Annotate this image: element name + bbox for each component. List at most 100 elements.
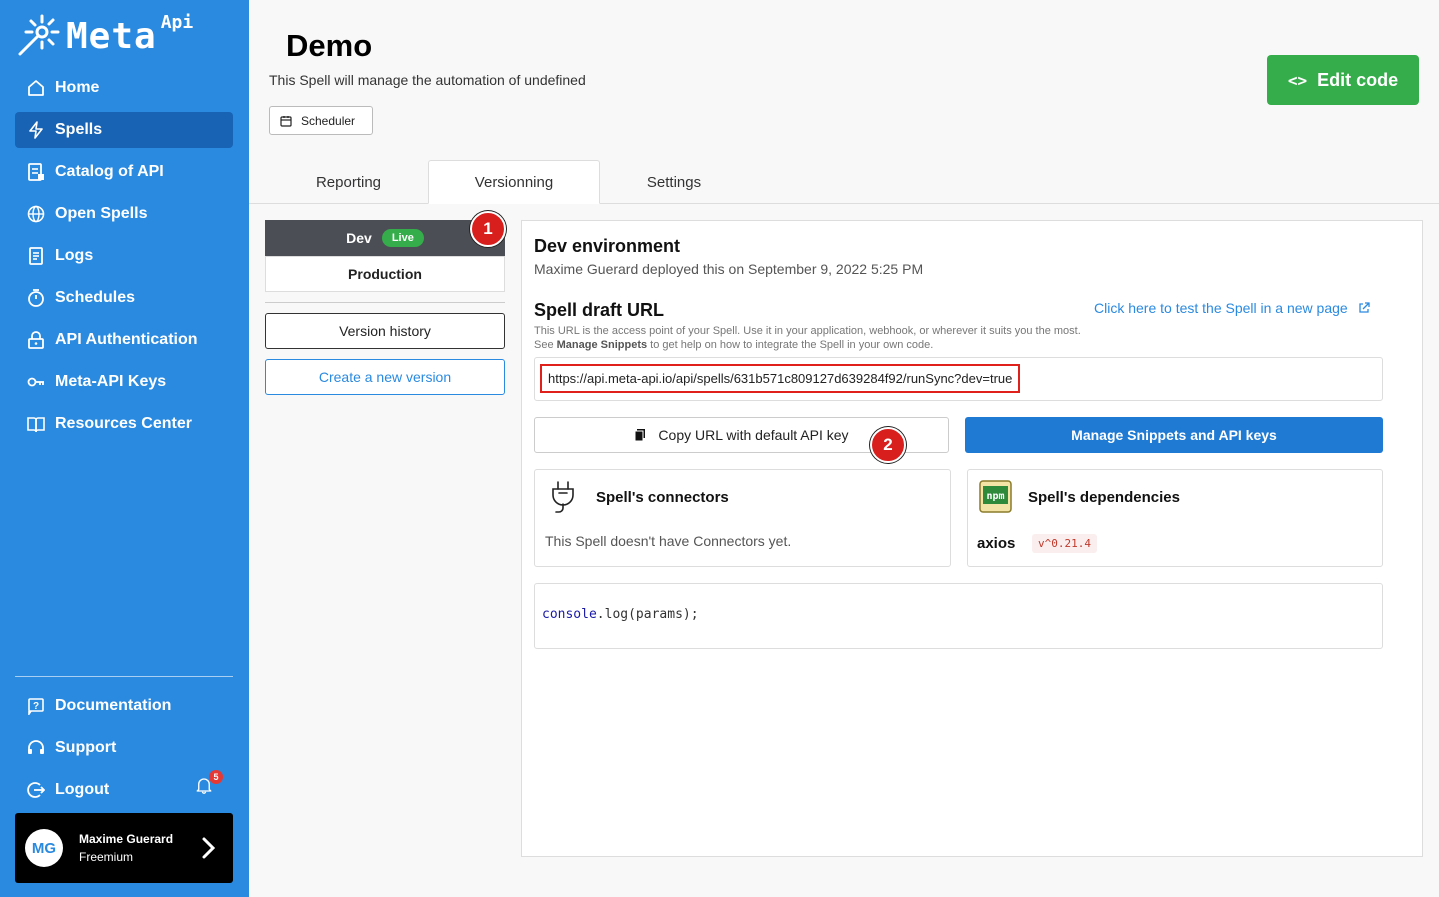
description-line-1: This URL is the access point of your Spe… — [534, 325, 1081, 337]
manage-snippets-ref: Manage Snippets — [556, 339, 648, 351]
page-subtitle: This Spell will manage the automation of… — [269, 72, 586, 88]
logout-icon — [27, 782, 45, 798]
sidebar-item-catalog[interactable]: Catalog of API — [15, 154, 233, 190]
env-dev-label: Dev — [346, 230, 372, 246]
headset-icon — [28, 740, 44, 754]
svg-text:npm: npm — [986, 491, 1004, 502]
copy-url-label: Copy URL with default API key — [658, 427, 849, 443]
logo-text: Meta — [66, 16, 157, 57]
chevron-right-icon — [202, 837, 216, 859]
key-icon — [27, 377, 44, 387]
home-icon — [28, 80, 44, 96]
edit-code-label: Edit code — [1317, 69, 1399, 90]
environment-title: Dev environment — [534, 236, 681, 256]
live-badge: Live — [381, 229, 424, 247]
description-line-2: See Manage Snippets to get help on how t… — [534, 339, 934, 351]
manage-snippets-button[interactable]: Manage Snippets and API keys — [965, 417, 1383, 453]
sidebar-item-label: Home — [55, 79, 100, 96]
draft-url-value[interactable]: https://api.meta-api.io/api/spells/631b5… — [540, 364, 1021, 393]
test-spell-link-label: Click here to test the Spell in a new pa… — [1094, 300, 1348, 316]
help-icon: ? — [28, 698, 44, 715]
version-history-button[interactable]: Version history — [265, 313, 505, 349]
sidebar-item-label: Open Spells — [55, 205, 148, 222]
sidebar-item-label: Schedules — [55, 289, 136, 306]
env-dev-item[interactable]: Dev Live — [265, 220, 505, 256]
sidebar-item-home[interactable]: Home — [15, 70, 233, 106]
tab-versionning[interactable]: Versionning — [428, 160, 600, 204]
calendar-icon — [280, 115, 292, 127]
logs-icon — [29, 247, 43, 265]
user-plan: Freemium — [79, 850, 134, 864]
dependency-version: v^0.21.4 — [1032, 534, 1097, 553]
external-link-icon — [1359, 302, 1370, 313]
user-info: Maxime Guerard Freemium — [79, 832, 173, 864]
annotation-marker-2: 2 — [870, 427, 906, 463]
bolt-icon — [29, 121, 43, 139]
connectors-title: Spell's connectors — [596, 489, 729, 506]
code-object: console — [542, 607, 597, 622]
sidebar-item-label: API Authentication — [55, 331, 198, 348]
book-icon — [27, 417, 45, 433]
notification-count-badge: 5 — [209, 770, 223, 784]
tab-settings[interactable]: Settings — [600, 160, 748, 204]
notifications-button[interactable]: 5 — [195, 770, 223, 800]
sidebar-item-support[interactable]: Support — [15, 730, 233, 766]
create-new-version-button[interactable]: Create a new version — [265, 359, 505, 395]
sidebar-divider — [15, 676, 233, 677]
user-profile-card[interactable]: MG Maxime Guerard Freemium — [15, 813, 233, 883]
sidebar-item-label: Documentation — [55, 697, 172, 714]
logo-superscript: Api — [160, 12, 194, 33]
meta-api-logo[interactable]: Meta Api — [16, 12, 193, 62]
sidebar-item-api-authentication[interactable]: API Authentication — [15, 322, 233, 358]
sidebar-item-logout[interactable]: Logout 5 — [15, 770, 233, 808]
sparkle-wand-icon — [18, 14, 60, 56]
tab-reporting[interactable]: Reporting — [269, 160, 428, 204]
sidebar-nav: Home Spells Catalog of API Open Spells L… — [15, 70, 233, 448]
code-call: .log(params); — [596, 607, 699, 622]
connectors-card — [534, 469, 951, 567]
npm-icon: npm — [979, 480, 1012, 513]
draft-url-description: This URL is the access point of your Spe… — [534, 324, 1081, 352]
deploy-info: Maxime Guerard deployed this on Septembe… — [534, 261, 924, 277]
sidebar-item-meta-api-keys[interactable]: Meta-API Keys — [15, 364, 233, 400]
dependencies-title: Spell's dependencies — [1028, 489, 1180, 506]
sidebar-item-documentation[interactable]: ? Documentation — [15, 688, 233, 724]
code-preview-text: console.log(params); — [542, 607, 699, 622]
dependency-name: axios — [977, 535, 1016, 552]
edit-code-button[interactable]: <> Edit code — [1267, 55, 1419, 105]
avatar: MG — [25, 829, 63, 867]
sidebar-item-open-spells[interactable]: Open Spells — [15, 196, 233, 232]
test-spell-link[interactable]: Click here to test the Spell in a new pa… — [1094, 300, 1370, 316]
env-production-item[interactable]: Production — [265, 256, 505, 292]
globe-icon — [27, 205, 45, 223]
user-name: Maxime Guerard — [79, 832, 174, 846]
sidebar-bottom-nav: ? Documentation Support Logout 5 — [15, 688, 233, 814]
connectors-empty-text: This Spell doesn't have Connectors yet. — [545, 533, 792, 549]
left-panel-divider — [265, 302, 505, 303]
lock-icon — [28, 331, 44, 349]
sidebar-item-schedules[interactable]: Schedules — [15, 280, 233, 316]
dependencies-card — [967, 469, 1383, 567]
sidebar-item-label: Support — [55, 739, 117, 756]
sidebar-item-logs[interactable]: Logs — [15, 238, 233, 274]
page-title: Demo — [286, 28, 373, 63]
plug-icon — [552, 481, 574, 513]
sidebar-item-label: Logout — [55, 781, 110, 798]
copy-icon — [634, 429, 646, 441]
sidebar: Meta Api Home Spells Catalog of API Open… — [0, 0, 249, 897]
annotation-marker-1: 1 — [470, 211, 506, 247]
scheduler-button[interactable]: Scheduler — [269, 106, 373, 135]
timer-icon — [28, 289, 44, 307]
sidebar-item-label: Spells — [55, 121, 103, 138]
code-icon: <> — [1287, 70, 1308, 90]
draft-url-title: Spell draft URL — [534, 300, 665, 320]
sidebar-item-label: Resources Center — [55, 415, 192, 432]
sidebar-item-label: Logs — [55, 247, 94, 264]
sidebar-item-label: Catalog of API — [55, 163, 164, 180]
sidebar-item-spells[interactable]: Spells — [15, 112, 233, 148]
scheduler-label: Scheduler — [301, 113, 356, 128]
catalog-icon — [28, 163, 44, 181]
svg-text:?: ? — [33, 701, 39, 712]
sidebar-item-label: Meta-API Keys — [55, 373, 167, 390]
sidebar-item-resources-center[interactable]: Resources Center — [15, 406, 233, 442]
